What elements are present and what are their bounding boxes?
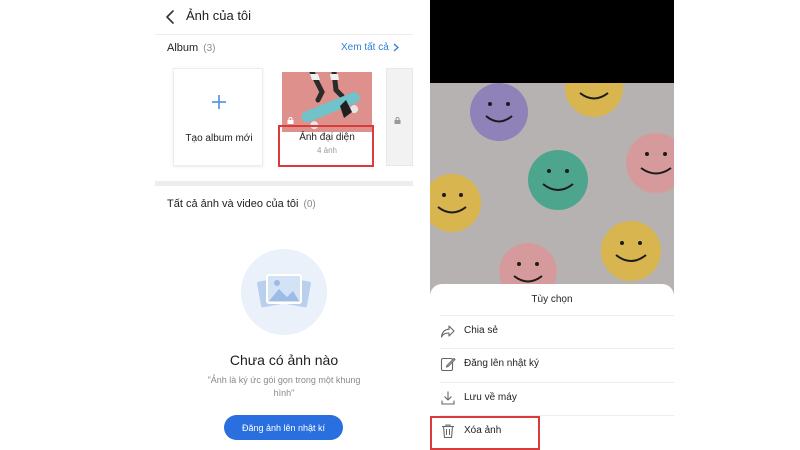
highlight-box	[278, 125, 374, 167]
skateboard-image	[282, 72, 372, 132]
page-title: Ảnh của tôi	[186, 8, 252, 23]
options-sheet-title: Tùy chọn	[531, 294, 573, 305]
empty-state-subtitle: "Ảnh là ký ức gói gọn trong một khung hì…	[207, 375, 361, 398]
purple-smiley	[470, 83, 528, 141]
album-section-title: Album (3)	[167, 42, 215, 54]
yellow-smiley	[601, 221, 661, 281]
post-photo-button[interactable]: Đăng ảnh lên nhật kí	[224, 415, 343, 440]
option-post-diary[interactable]: Đăng lên nhật ký	[430, 348, 674, 384]
chevron-right-icon	[393, 43, 399, 52]
plus-icon	[212, 95, 226, 109]
all-media-count: (0)	[303, 199, 316, 210]
all-media-label: Tất cả ảnh và video của tôi	[167, 198, 299, 210]
section-divider	[155, 181, 413, 186]
option-post-diary-label: Đăng lên nhật ký	[464, 358, 540, 369]
see-all-link[interactable]: Xem tất cả	[341, 42, 399, 53]
share-icon	[440, 325, 455, 338]
lock-icon	[394, 117, 401, 124]
photos-icon	[257, 274, 311, 308]
left-screen: Ảnh của tôi Album (3) Xem tất cả Tạo alb…	[155, 0, 413, 450]
lock-icon	[287, 117, 294, 124]
create-album-card[interactable]: Tạo album mới	[173, 68, 263, 166]
create-album-label: Tạo album mới	[185, 133, 253, 144]
header: Ảnh của tôi	[155, 0, 413, 34]
option-share[interactable]: Chia sẻ	[430, 315, 674, 351]
green-smiley	[528, 150, 588, 210]
highlight-box	[430, 416, 540, 450]
right-screen: Tùy chọn Chia sẻ Đăng lên nhật ký Lưu về…	[430, 0, 674, 450]
download-icon	[441, 391, 455, 405]
see-all-label: Xem tất cả	[341, 42, 389, 53]
option-share-label: Chia sẻ	[464, 325, 498, 336]
options-sheet: Tùy chọn Chia sẻ Đăng lên nhật ký Lưu về…	[430, 284, 674, 450]
album-count: (3)	[203, 43, 216, 54]
empty-state-title: Chưa có ảnh nào	[229, 352, 339, 368]
album-label: Album	[167, 42, 199, 54]
option-save-device-label: Lưu về máy	[464, 392, 517, 403]
all-media-section-title: Tất cả ảnh và video của tôi (0)	[167, 198, 316, 210]
empty-photos-illustration	[241, 249, 327, 335]
edit-icon	[440, 357, 456, 372]
back-chevron-icon[interactable]	[163, 9, 177, 25]
header-divider	[155, 34, 413, 35]
avatar-album-thumbnail	[282, 72, 372, 132]
option-save-device[interactable]: Lưu về máy	[430, 382, 674, 418]
